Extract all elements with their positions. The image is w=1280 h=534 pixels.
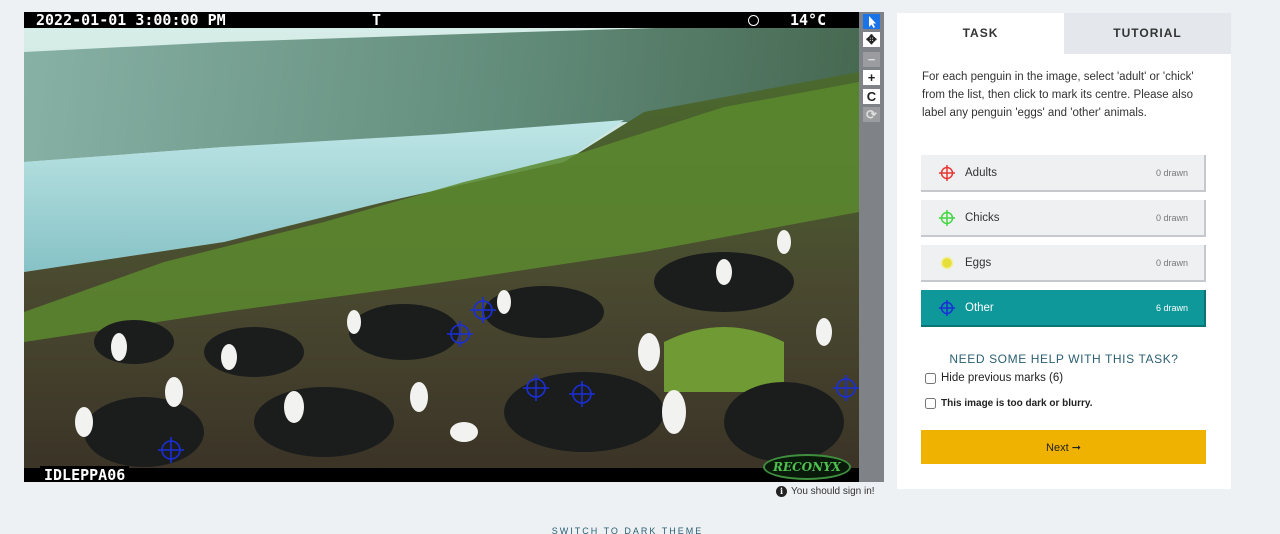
reconyx-logo: RECONYX <box>763 454 851 480</box>
tool-adults[interactable]: Adults 0 drawn <box>921 155 1206 192</box>
temperature: 14°C <box>790 12 827 29</box>
other-mark[interactable] <box>569 381 595 407</box>
other-mark[interactable] <box>447 321 473 347</box>
move-icon[interactable]: ✥ <box>863 32 880 47</box>
image-timestamp-bar: 2022-01-01 3:00:00 PM T 14°C <box>24 12 859 28</box>
info-icon: i <box>776 486 787 497</box>
tool-count: 0 drawn <box>1155 212 1188 223</box>
task-panel: TASK TUTORIAL For each penguin in the im… <box>897 13 1231 489</box>
tool-eggs[interactable]: Eggs 0 drawn <box>921 245 1206 282</box>
tool-count: 0 drawn <box>1155 167 1188 178</box>
zoom-in-icon[interactable]: + <box>863 70 880 85</box>
tab-task[interactable]: TASK <box>897 13 1064 54</box>
hide-marks-checkbox[interactable]: Hide previous marks (6) <box>925 372 1063 384</box>
trigger-flag: T <box>372 12 382 29</box>
tool-label: Adults <box>965 166 997 179</box>
hide-marks-input[interactable] <box>925 372 936 384</box>
task-tabs: TASK TUTORIAL <box>897 13 1231 54</box>
dot-icon <box>940 256 954 269</box>
next-button[interactable]: Next ➞ <box>921 430 1206 464</box>
image-footer-bar: IDLEPPA06 RECONYX <box>24 454 859 482</box>
dark-theme-toggle[interactable]: SWITCH TO DARK THEME <box>0 526 1255 534</box>
other-mark[interactable] <box>470 297 496 323</box>
signin-notice: i You should sign in! <box>776 486 875 497</box>
timestamp: 2022-01-01 3:00:00 PM <box>36 12 226 29</box>
tab-tutorial[interactable]: TUTORIAL <box>1064 13 1231 54</box>
other-mark[interactable] <box>523 375 549 401</box>
viewer-toolbar: ✥ − + C ⟳ <box>859 12 884 482</box>
too-dark-label: This image is too dark or blurry. <box>941 398 1093 409</box>
crosshair-icon <box>939 164 955 181</box>
tool-chicks[interactable]: Chicks 0 drawn <box>921 200 1206 237</box>
hide-marks-label: Hide previous marks (6) <box>941 372 1064 384</box>
crosshair-icon <box>939 299 955 316</box>
tool-other[interactable]: Other 6 drawn <box>921 290 1206 327</box>
zoom-out-icon[interactable]: − <box>863 52 880 67</box>
signin-text: You should sign in! <box>791 486 875 497</box>
crosshair-icon <box>939 209 955 226</box>
moon-phase-icon <box>748 15 759 26</box>
too-dark-checkbox[interactable]: This image is too dark or blurry. <box>925 398 1093 409</box>
subject-image[interactable]: 2022-01-01 3:00:00 PM T 14°C IDLEPPA06 R… <box>24 12 859 482</box>
too-dark-input[interactable] <box>925 398 936 409</box>
task-instructions: For each penguin in the image, select 'a… <box>922 71 1194 119</box>
help-link[interactable]: NEED SOME HELP WITH THIS TASK? <box>897 352 1231 366</box>
other-mark[interactable] <box>833 375 859 401</box>
tool-label: Other <box>965 301 994 314</box>
pointer-icon[interactable] <box>863 14 880 29</box>
other-mark[interactable] <box>158 437 184 463</box>
camera-id: IDLEPPA06 <box>40 466 130 482</box>
reset-icon[interactable]: ⟳ <box>863 107 880 122</box>
tool-count: 6 drawn <box>1155 302 1188 313</box>
tool-count: 0 drawn <box>1155 257 1188 268</box>
tool-label: Chicks <box>965 211 1000 224</box>
rotate-icon[interactable]: C <box>863 89 880 104</box>
penguin-colony-photo <box>24 12 859 482</box>
tool-label: Eggs <box>965 256 992 269</box>
